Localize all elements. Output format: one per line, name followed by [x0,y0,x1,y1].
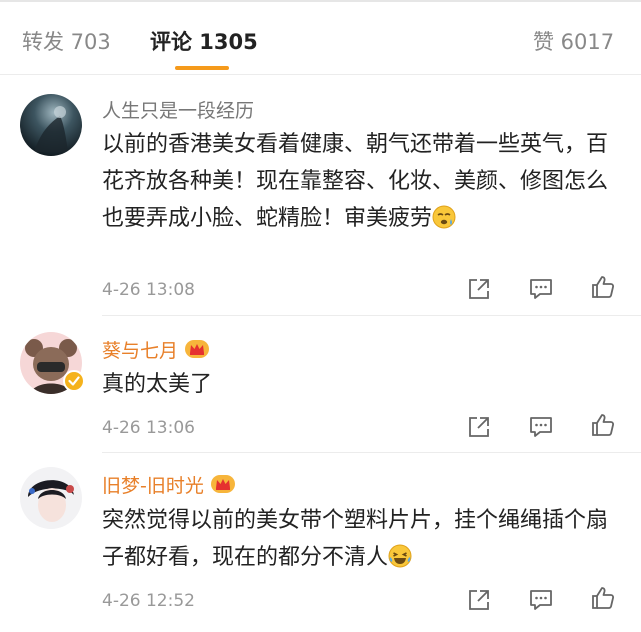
divider [102,452,641,453]
share-icon[interactable] [466,276,492,302]
active-tab-indicator [175,66,229,70]
comment-text: 以前的香港美女看着健康、朝气还带着一些英气，百花齐放各种美！现在靠整容、化妆、美… [102,126,622,241]
vip-crown-icon [184,338,210,365]
comment-text: 真的太美了 [102,372,213,397]
tab-repost[interactable]: 转发 703 [22,26,111,56]
username[interactable]: 人生只是一段经历 [102,96,254,123]
comment-text-body: 突然觉得以前的美女带个塑料片片，挂个绳绳插个扇子都好看，现在的都分不清人 [102,508,609,570]
comment-tabs: 转发 703 评论 1305 赞 6017 [0,0,641,75]
divider [102,315,641,316]
reply-icon[interactable] [528,276,554,302]
like-icon[interactable] [590,412,616,438]
avatar[interactable] [20,467,82,529]
like-icon[interactable] [590,585,616,611]
tab-comments[interactable]: 评论 1305 [150,26,258,56]
username-text: 葵与七月 [102,340,179,362]
comment-text: 突然觉得以前的美女带个塑料片片，挂个绳绳插个扇子都好看，现在的都分不清人 [102,502,622,580]
comment-time: 4-26 12:52 [102,591,195,611]
reply-icon[interactable] [528,414,554,440]
comment-time: 4-26 13:06 [102,418,195,438]
comment-text-body: 以前的香港美女看着健康、朝气还带着一些英气，百花齐放各种美！现在靠整容、化妆、美… [102,132,609,231]
share-icon[interactable] [466,414,492,440]
avatar[interactable] [20,94,82,156]
tired-face-emoji-icon [432,204,456,241]
tab-likes[interactable]: 赞 6017 [533,26,614,56]
share-icon[interactable] [466,587,492,613]
username-text: 旧梦-旧时光 [102,475,204,497]
verified-badge-icon [63,370,85,392]
like-icon[interactable] [590,274,616,300]
username[interactable]: 旧梦-旧时光 [102,471,236,500]
username[interactable]: 葵与七月 [102,336,210,365]
vip-crown-icon [210,473,236,500]
comment-time: 4-26 13:08 [102,280,195,300]
reply-icon[interactable] [528,587,554,613]
laughing-tears-emoji-icon [388,543,412,580]
